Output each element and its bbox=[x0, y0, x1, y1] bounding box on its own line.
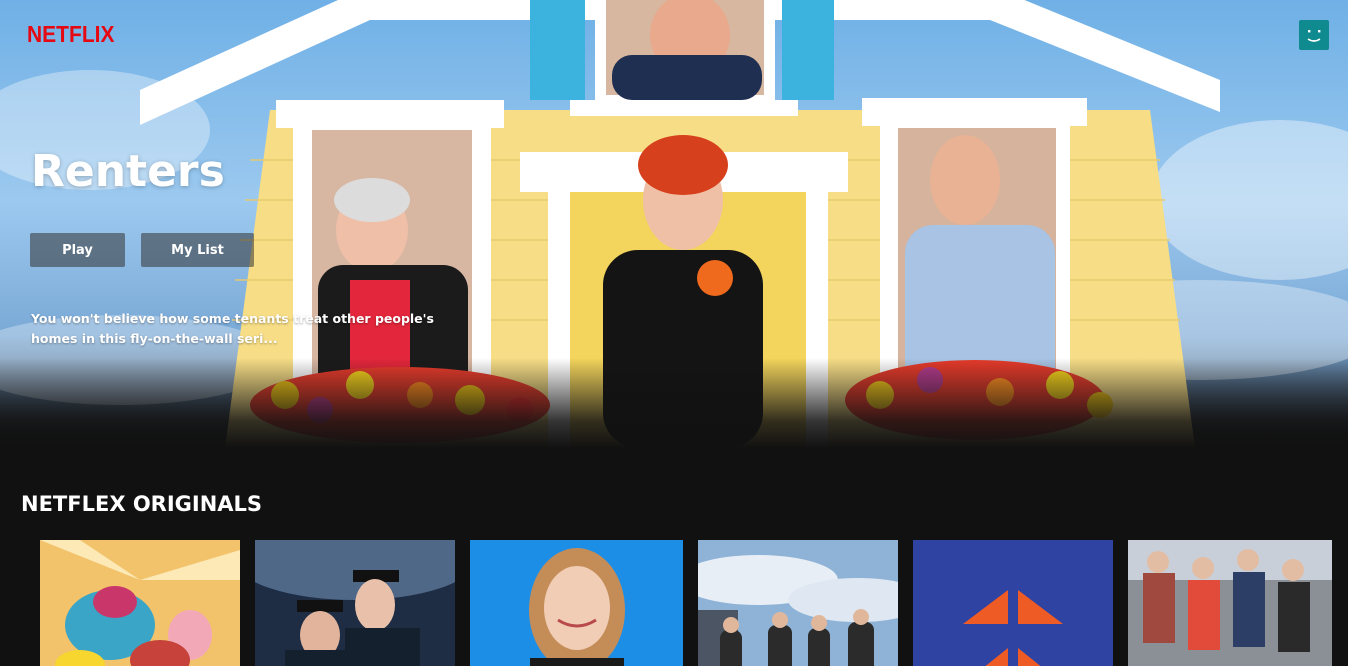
hero-banner: NETFLIX Renters Play My List You won't b… bbox=[0, 0, 1348, 448]
blue-arrows-logo-poster[interactable] bbox=[913, 540, 1113, 666]
friends-walking-poster[interactable] bbox=[1128, 540, 1332, 666]
woman-portrait-poster[interactable] bbox=[470, 540, 683, 666]
my-list-button[interactable]: My List bbox=[141, 233, 254, 267]
hero-title: Renters bbox=[31, 146, 225, 197]
hero-description: You won't believe how some tenants treat… bbox=[31, 311, 434, 346]
cartoon-animals-poster[interactable] bbox=[40, 540, 240, 666]
hero-bottom-fade bbox=[0, 358, 1348, 448]
netflix-logo[interactable]: NETFLIX bbox=[27, 22, 115, 49]
top-navigation: NETFLIX bbox=[0, 0, 1348, 70]
play-button[interactable]: Play bbox=[30, 233, 125, 267]
smiley-profile-icon[interactable] bbox=[1299, 20, 1329, 50]
police-officers-poster[interactable] bbox=[255, 540, 455, 666]
row-title: NETFLEX ORIGINALS bbox=[21, 492, 263, 516]
group-under-sky-poster[interactable] bbox=[698, 540, 898, 666]
